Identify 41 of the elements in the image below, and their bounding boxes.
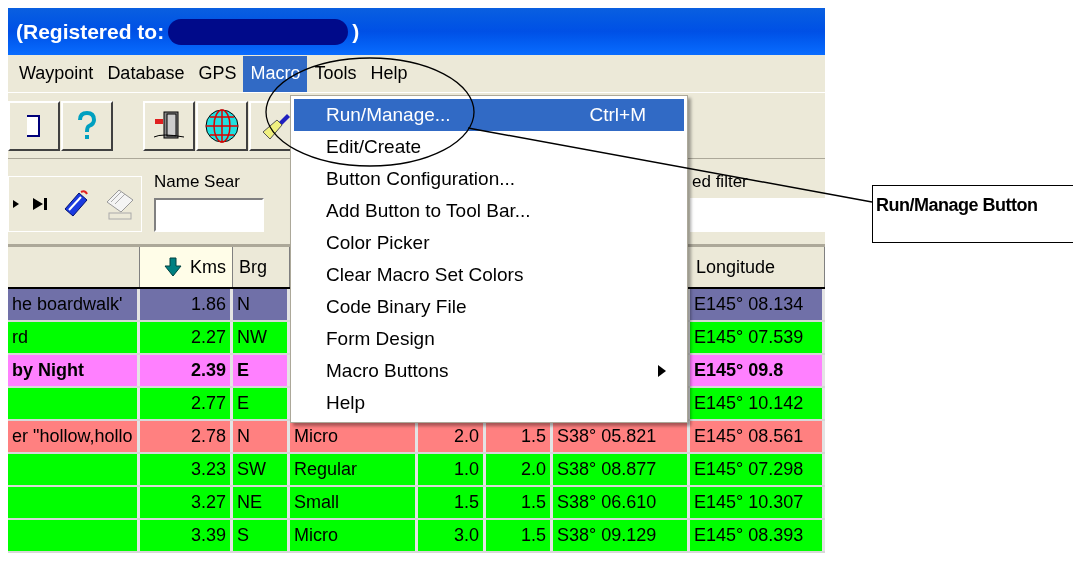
menu-option[interactable]: Add Button to Tool Bar... <box>294 195 684 227</box>
sort-down-icon <box>164 257 182 277</box>
play-icon[interactable] <box>13 200 19 208</box>
name-search-field[interactable] <box>154 198 264 232</box>
menu-option[interactable]: Color Picker <box>294 227 684 259</box>
globe-button[interactable] <box>196 100 248 151</box>
table-cell: S <box>233 520 290 551</box>
menu-option[interactable]: Run/Manage... Ctrl+M <box>294 99 684 131</box>
column-header[interactable]: Longitude <box>690 247 825 287</box>
menu-option[interactable]: Form Design <box>294 323 684 355</box>
menu-option[interactable]: Edit/Create <box>294 131 684 163</box>
window-title: ) <box>352 18 360 45</box>
menu-item[interactable]: Database <box>100 55 192 92</box>
menu-item[interactable]: Macro <box>243 55 308 92</box>
filter-label: ed filter <box>691 170 749 193</box>
filter-field[interactable] <box>690 198 825 232</box>
table-cell: 3.0 <box>418 520 486 551</box>
callout-box: Run/Manage Button <box>872 185 1073 243</box>
question-mark-icon <box>77 110 97 141</box>
door-button[interactable] <box>143 100 195 151</box>
window-title: (Registered to: <box>16 18 165 45</box>
help-button[interactable] <box>61 100 113 151</box>
table-cell: Micro <box>290 520 418 551</box>
menu-option[interactable]: Help <box>294 387 684 419</box>
table-cell: 3.39 <box>140 520 233 551</box>
submenu-arrow-icon <box>658 365 666 377</box>
search-label: Name Sear <box>154 170 241 193</box>
table-cell: E145° 08.393 <box>690 520 825 551</box>
table-cell: 1.5 <box>486 520 553 551</box>
globe-icon <box>204 107 240 144</box>
table-cell: S38° 09.129 <box>553 520 690 551</box>
menu-item[interactable]: Help <box>363 55 415 92</box>
column-header[interactable]: Kms <box>140 247 233 287</box>
menu-item[interactable]: Tools <box>307 55 364 92</box>
menu-item[interactable]: Waypoint <box>12 55 101 92</box>
menu-item[interactable]: GPS <box>191 55 244 92</box>
menu-option[interactable]: Code Binary File <box>294 291 684 323</box>
menu-option[interactable]: Button Configuration... <box>294 163 684 195</box>
skip-to-end-icon[interactable] <box>31 197 49 211</box>
menu-option[interactable]: Macro Buttons <box>294 355 684 387</box>
menu-option[interactable]: Clear Macro Set Colors <box>294 259 684 291</box>
